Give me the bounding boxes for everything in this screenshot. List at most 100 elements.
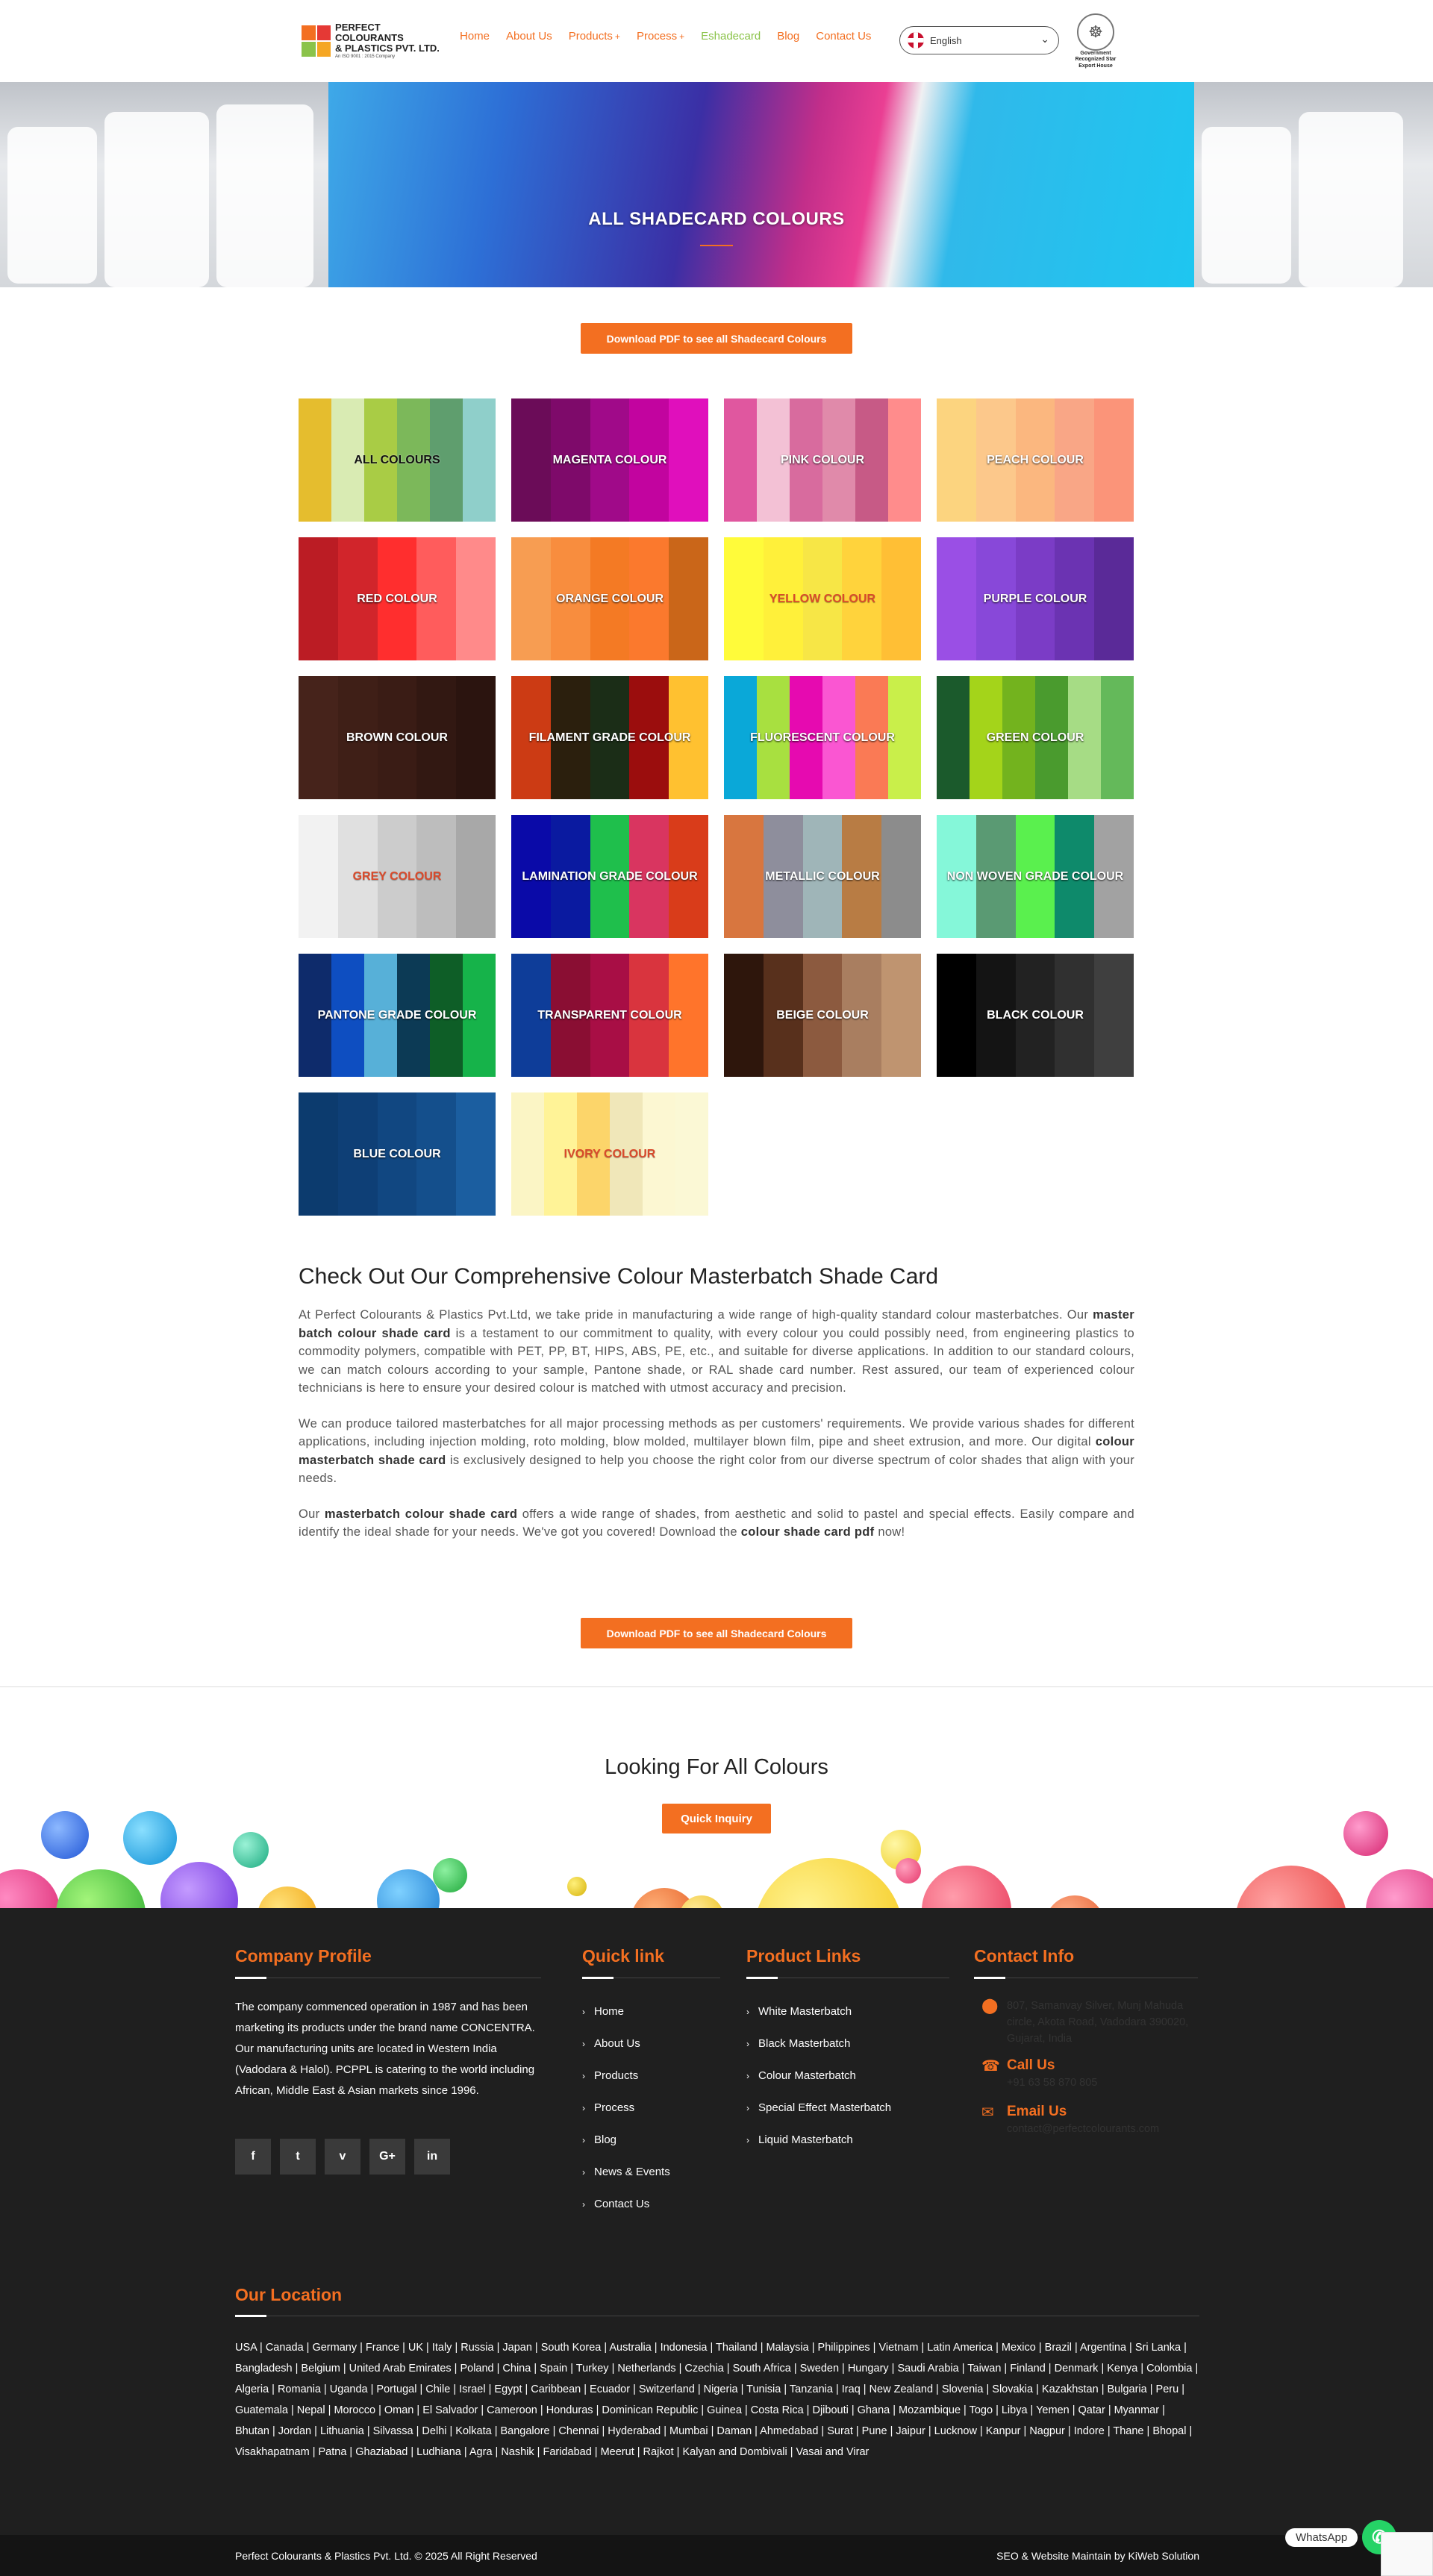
- shade-card-orange-colour[interactable]: ORANGE COLOUR: [511, 537, 708, 660]
- link-label: News & Events: [594, 2166, 670, 2178]
- quick-link-list: › Home › About Us › Products › Process › Blog › New…: [582, 1995, 670, 2220]
- google-plus-icon[interactable]: G+: [369, 2139, 405, 2175]
- product-link-white-masterbatch[interactable]: › White Masterbatch: [746, 1995, 891, 2028]
- contact-email[interactable]: ✉ Email Us contact@perfectcolourants.com: [981, 2104, 1198, 2137]
- banner-right-image: [1194, 82, 1433, 287]
- nav-about-us[interactable]: About Us: [506, 30, 552, 43]
- heading-underline: [235, 2315, 266, 2317]
- product-links-heading: Product Links: [746, 1946, 861, 1966]
- quick-link-home[interactable]: › Home: [582, 1995, 670, 2028]
- chevron-right-icon: ›: [582, 2038, 585, 2049]
- shade-card-transparent-colour[interactable]: TRANSPARENT COLOUR: [511, 954, 708, 1077]
- shade-card-label: MAGENTA COLOUR: [552, 453, 667, 466]
- shade-card-label: GREEN COLOUR: [986, 731, 1084, 744]
- product-link-special-effect-masterbatch[interactable]: › Special Effect Masterbatch: [746, 2092, 891, 2124]
- nav-products[interactable]: Products +: [569, 30, 620, 43]
- envelope-icon: ✉: [981, 2104, 994, 2121]
- shade-card-pink-colour[interactable]: PINK COLOUR: [724, 398, 921, 522]
- link-label: Liquid Masterbatch: [758, 2133, 853, 2146]
- quick-link-contact-us[interactable]: › Contact Us: [582, 2188, 670, 2220]
- government-badge: ☸ Government Recognized Star Export Hous…: [1069, 13, 1123, 70]
- language-select[interactable]: English ⌄: [899, 26, 1059, 54]
- company-logo[interactable]: PERFECT COLOURANTS & PLASTICS PVT. LTD. …: [302, 22, 443, 59]
- product-link-black-masterbatch[interactable]: › Black Masterbatch: [746, 2028, 891, 2060]
- shade-card-label: METALLIC COLOUR: [765, 869, 880, 883]
- shade-card-label: BEIGE COLOUR: [776, 1008, 869, 1022]
- content-heading: Check Out Our Comprehensive Colour Maste…: [299, 1264, 939, 1289]
- uk-flag-icon: [908, 32, 924, 49]
- text: Our: [299, 1507, 325, 1521]
- title-underline: [700, 245, 733, 246]
- logo-line-1: PERFECT COLOURANTS: [335, 22, 404, 44]
- shade-card-non-woven-grade-colour[interactable]: NON WOVEN GRADE COLOUR: [937, 815, 1134, 938]
- facebook-icon[interactable]: f: [235, 2139, 271, 2175]
- nav-blog[interactable]: Blog: [777, 30, 799, 43]
- bold-text: colour shade card pdf: [740, 1525, 875, 1539]
- nav-process[interactable]: Process +: [637, 30, 684, 43]
- company-profile-text: The company commenced operation in 1987 …: [235, 2001, 535, 2097]
- linkedin-icon[interactable]: in: [414, 2139, 450, 2175]
- address-text: 807, Samanvay Silver, Munj Mahuda circle…: [1007, 2000, 1189, 2045]
- shade-card-blue-colour[interactable]: BLUE COLOUR: [299, 1092, 496, 1216]
- contact-phone[interactable]: ☎ Call Us +91 63 58 870 805: [981, 2058, 1198, 2091]
- nav-eshadecard[interactable]: Eshadecard: [701, 30, 761, 43]
- shade-card-magenta-colour[interactable]: MAGENTA COLOUR: [511, 398, 708, 522]
- shade-card-purple-colour[interactable]: PURPLE COLOUR: [937, 537, 1134, 660]
- shade-card-label: ALL COLOURS: [354, 453, 440, 466]
- heading-underline: [746, 1977, 778, 1979]
- shade-card-label: TRANSPARENT COLOUR: [537, 1008, 682, 1022]
- content-section: Check Out Our Comprehensive Colour Maste…: [299, 1264, 1134, 1559]
- quick-link-process[interactable]: › Process: [582, 2092, 670, 2124]
- product-link-liquid-masterbatch[interactable]: › Liquid Masterbatch: [746, 2124, 891, 2156]
- copyright-text: Perfect Colourants & Plastics Pvt. Ltd. …: [235, 2550, 537, 2562]
- credit-link[interactable]: SEO & Website Maintain by KiWeb Solution: [996, 2550, 1199, 2562]
- heading-underline: [974, 1977, 1005, 1979]
- whatsapp-widget[interactable]: WhatsApp ✆: [1285, 2520, 1397, 2554]
- chevron-right-icon: ›: [582, 2006, 585, 2017]
- product-link-colour-masterbatch[interactable]: › Colour Masterbatch: [746, 2060, 891, 2092]
- plus-icon: +: [679, 31, 685, 42]
- shade-card-red-colour[interactable]: RED COLOUR: [299, 537, 496, 660]
- shade-card-filament-grade-colour[interactable]: FILAMENT GRADE COLOUR: [511, 676, 708, 799]
- logo-line-2: & PLASTICS PVT. LTD.: [335, 42, 440, 54]
- chevron-right-icon: ›: [746, 2134, 749, 2145]
- chevron-right-icon: ›: [746, 2070, 749, 2081]
- banner-left-image: [0, 82, 328, 287]
- quick-link-about-us[interactable]: › About Us: [582, 2028, 670, 2060]
- nav-contact-us[interactable]: Contact Us: [816, 30, 871, 43]
- shade-card-metallic-colour[interactable]: METALLIC COLOUR: [724, 815, 921, 938]
- nav-home[interactable]: Home: [460, 30, 490, 43]
- shade-card-pantone-grade-colour[interactable]: PANTONE GRADE COLOUR: [299, 954, 496, 1077]
- shade-card-beige-colour[interactable]: BEIGE COLOUR: [724, 954, 921, 1077]
- quick-link-blog[interactable]: › Blog: [582, 2124, 670, 2156]
- chevron-right-icon: ›: [582, 2070, 585, 2081]
- plus-icon: +: [614, 31, 620, 42]
- shade-card-yellow-colour[interactable]: YELLOW COLOUR: [724, 537, 921, 660]
- shade-card-fluorescent-colour[interactable]: FLUORESCENT COLOUR: [724, 676, 921, 799]
- bold-text: masterbatch colour shade card: [324, 1507, 518, 1521]
- shade-card-green-colour[interactable]: GREEN COLOUR: [937, 676, 1134, 799]
- download-pdf-button-bottom[interactable]: Download PDF to see all Shadecard Colour…: [581, 1618, 852, 1648]
- shade-card-black-colour[interactable]: BLACK COLOUR: [937, 954, 1134, 1077]
- twitter-icon[interactable]: t: [280, 2139, 316, 2175]
- heading-underline: [582, 1977, 614, 1979]
- shade-card-ivory-colour[interactable]: IVORY COLOUR: [511, 1092, 708, 1216]
- shade-card-label: BLACK COLOUR: [987, 1008, 1084, 1022]
- shade-card-grey-colour[interactable]: GREY COLOUR: [299, 815, 496, 938]
- nav-process-label: Process: [636, 30, 678, 43]
- shade-card-brown-colour[interactable]: BROWN COLOUR: [299, 676, 496, 799]
- shade-card-label: GREY COLOUR: [352, 869, 442, 883]
- download-pdf-button-top[interactable]: Download PDF to see all Shadecard Colour…: [581, 323, 852, 354]
- quick-link-news-events[interactable]: › News & Events: [582, 2156, 670, 2188]
- shade-card-lamination-grade-colour[interactable]: LAMINATION GRADE COLOUR: [511, 815, 708, 938]
- vimeo-icon[interactable]: v: [325, 2139, 360, 2175]
- link-label: White Masterbatch: [758, 2005, 852, 2018]
- quick-link-products[interactable]: › Products: [582, 2060, 670, 2092]
- shade-card-label: NON WOVEN GRADE COLOUR: [946, 869, 1124, 883]
- banner-main-image: [328, 82, 1194, 287]
- shade-card-all-colours[interactable]: ALL COLOURS: [299, 398, 496, 522]
- chevron-right-icon: ›: [582, 2102, 585, 2113]
- product-links-list: › White Masterbatch › Black Masterbatch › Col…: [746, 1995, 891, 2156]
- content-paragraph-1: At Perfect Colourants & Plastics Pvt.Ltd…: [299, 1306, 1134, 1398]
- shade-card-peach-colour[interactable]: PEACH COLOUR: [937, 398, 1134, 522]
